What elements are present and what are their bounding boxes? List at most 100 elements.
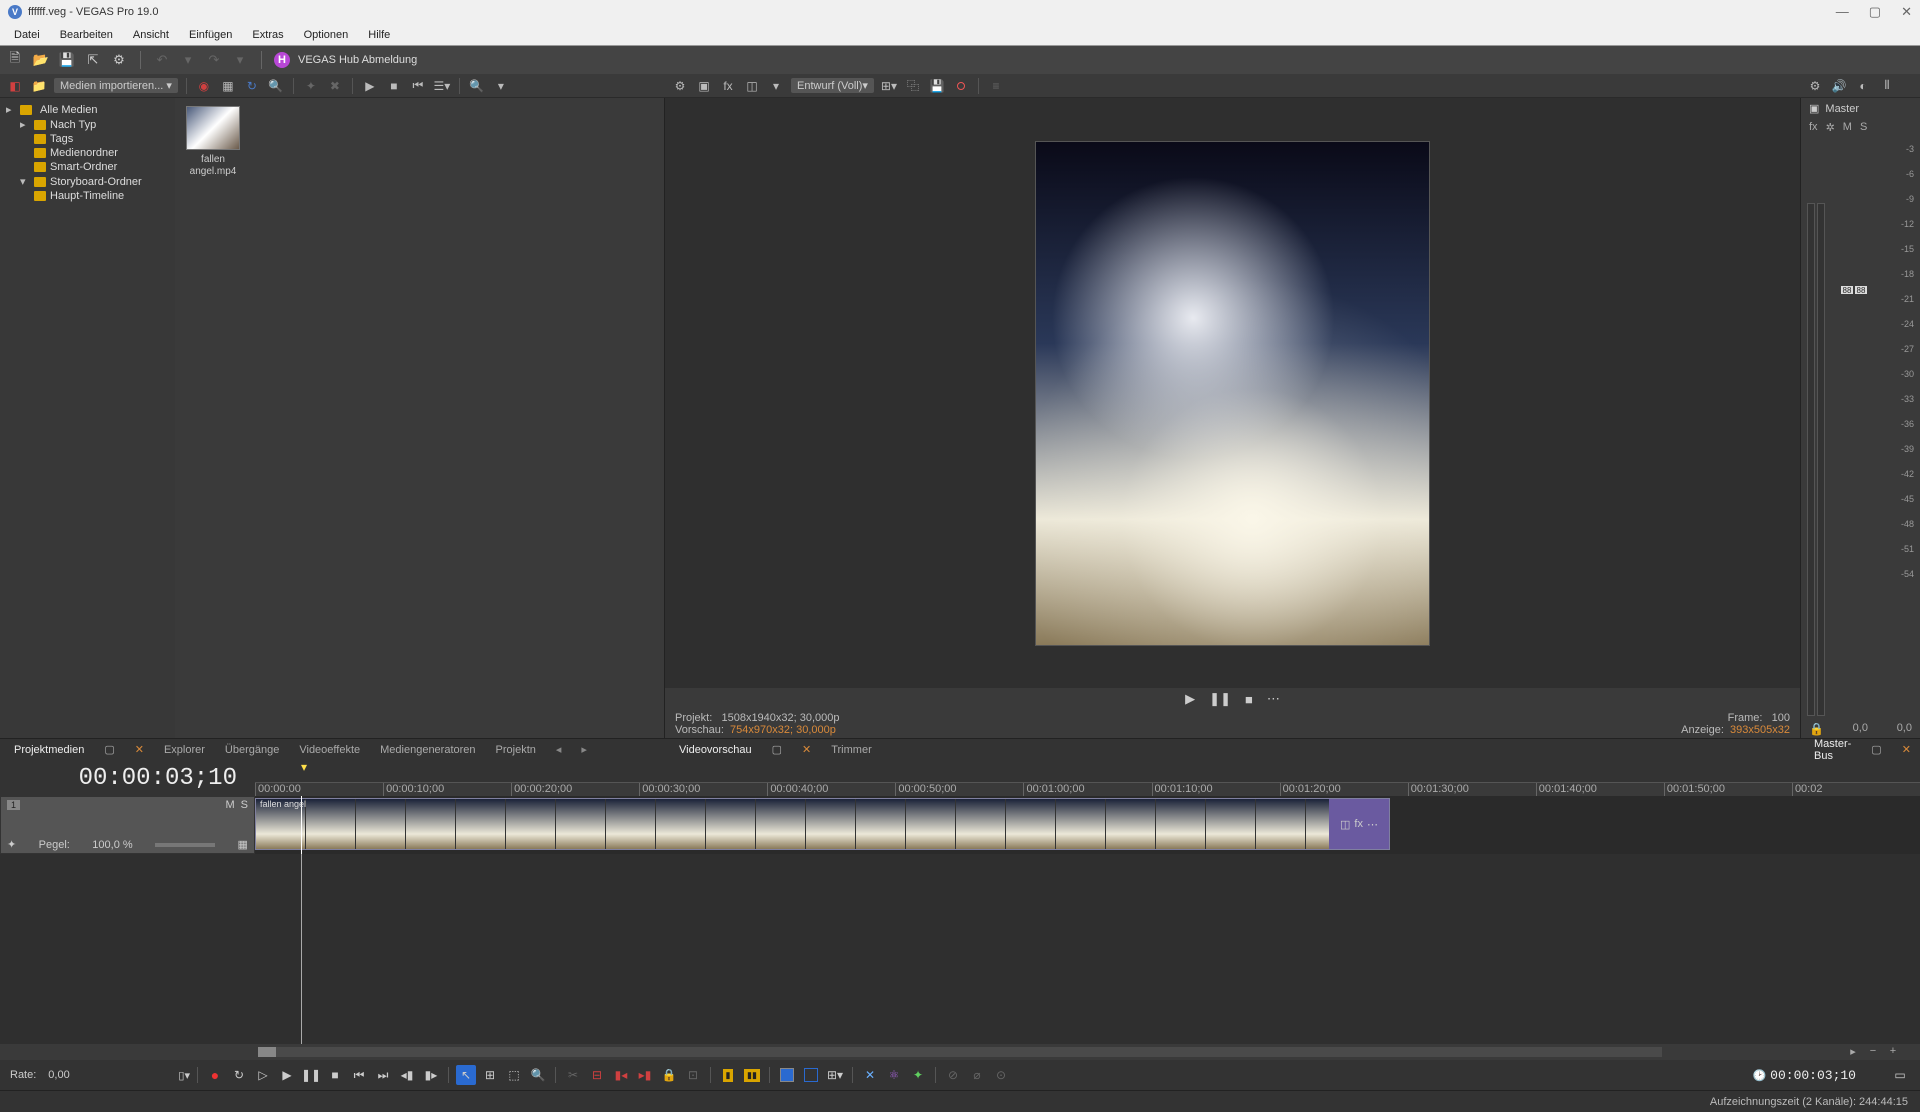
transport-timecode[interactable]: 00:00:03;10 [1770,1068,1856,1083]
search-icon[interactable]: 🔍 [468,77,486,95]
tab-uebergaenge[interactable]: Übergänge [217,742,287,758]
tab-scroll-left-icon[interactable]: ◂ [548,741,570,758]
go-end-button[interactable]: ⏭ [373,1065,393,1085]
selection-tool-button[interactable]: ⬚ [504,1065,524,1085]
tree-haupt-timeline[interactable]: Haupt-Timeline [2,189,173,203]
tab-videoeffekte[interactable]: Videoeffekte [291,742,368,758]
undo-dropdown-icon[interactable]: ▾ [179,51,197,69]
refresh-icon[interactable]: ↻ [243,77,261,95]
playhead-marker-icon[interactable]: ▾ [301,760,307,774]
preview-split-dropdown-icon[interactable]: ▾ [767,77,785,95]
tab-close2-icon[interactable]: ✕ [794,741,819,758]
preview-record-icon[interactable] [952,77,970,95]
menu-optionen[interactable]: Optionen [296,27,357,43]
stop-button[interactable]: ■ [325,1065,345,1085]
trim-start-button[interactable]: ▮◂ [611,1065,631,1085]
preview-overlay-icon[interactable]: ⊞▾ [880,77,898,95]
preview-pause-icon[interactable]: ❚❚ [1209,691,1231,707]
tab-scroll-right-icon[interactable]: ▸ [573,741,595,758]
preview-copy-icon[interactable]: ⿻ [904,77,922,95]
timeline-empty-area[interactable] [0,854,1920,1044]
normal-edit-tool[interactable]: ↖ [456,1065,476,1085]
tree-smart-ordner[interactable]: Smart-Ordner [2,160,173,174]
tree-storyboard-ordner[interactable]: ▾Storyboard-Ordner [2,174,173,189]
open-icon[interactable]: 📂 [32,51,50,69]
mixer-meters-icon[interactable]: ⦀ [1878,77,1896,95]
track-header[interactable]: 1 M S ✦ Pegel: 100,0 % ▦ [0,796,255,854]
search-dropdown-icon[interactable]: ▾ [492,77,510,95]
new-icon[interactable]: 🗎 [6,51,24,69]
preview-list-icon[interactable]: ≡ [987,77,1005,95]
cut-button[interactable]: ✂ [563,1065,583,1085]
track-lane[interactable]: fallen angel ◫ fx ⋯ [255,796,1920,854]
remove-media-icon[interactable]: ✖ [326,77,344,95]
master-mute-button[interactable]: M [1843,121,1852,134]
media-fx-icon[interactable]: ✦ [302,77,320,95]
tab-mediengeneratoren[interactable]: Mediengeneratoren [372,742,483,758]
menu-ansicht[interactable]: Ansicht [125,27,177,43]
preview-play-icon[interactable]: ▶ [1185,691,1195,707]
play-media-icon[interactable]: ▶ [361,77,379,95]
clip-pan-icon[interactable]: ◫ [1340,818,1350,831]
go-start-button[interactable]: ⏮ [349,1065,369,1085]
scroll-right-icon[interactable]: ▸ [1846,1045,1860,1059]
misc-button[interactable]: ⊙ [991,1065,1011,1085]
track-mute-button[interactable]: M [225,799,234,811]
undo-icon[interactable]: ↶ [153,51,171,69]
search-media-icon[interactable]: 🔍 [267,77,285,95]
play-button[interactable]: ▶ [277,1065,297,1085]
ignore-button[interactable]: ⊘ [943,1065,963,1085]
menu-hilfe[interactable]: Hilfe [360,27,398,43]
region-button[interactable]: ▮▮ [742,1065,762,1085]
redo-icon[interactable]: ↷ [205,51,223,69]
toggle-snap-button[interactable]: ⊞ [480,1065,500,1085]
mixer-dim-icon[interactable]: ◐ [1854,77,1872,95]
split-button[interactable]: ⊟ [587,1065,607,1085]
hub-label[interactable]: VEGAS Hub Abmeldung [298,54,417,66]
trim-end-button[interactable]: ▸▮ [635,1065,655,1085]
tab-detach3-icon[interactable]: ▢ [1863,741,1889,758]
import-folder-icon[interactable]: 📁 [30,77,48,95]
track-motion-icon[interactable]: ✦ [7,838,16,851]
close-button[interactable]: ✕ [1901,4,1912,20]
preview-more-icon[interactable]: ⋯ [1267,691,1280,707]
group-button[interactable]: ⊡ [683,1065,703,1085]
mixer-downmix-icon[interactable]: 🔊 [1830,77,1848,95]
menu-bearbeiten[interactable]: Bearbeiten [52,27,121,43]
zoom-in-icon[interactable]: + [1886,1045,1900,1059]
video-preview[interactable] [665,98,1800,688]
pegel-value[interactable]: 100,0 % [92,839,132,851]
tree-root[interactable]: Alle Medien [36,104,101,116]
bypass-button[interactable]: ⌀ [967,1065,987,1085]
tab-trimmer[interactable]: Trimmer [823,742,880,758]
lock-event-button[interactable]: 🔒 [659,1065,679,1085]
redo-dropdown-icon[interactable]: ▾ [231,51,249,69]
menu-datei[interactable]: Datei [6,27,48,43]
stop-media-icon[interactable]: ■ [385,77,403,95]
event-fx-button[interactable]: ⚛ [884,1065,904,1085]
auto-crossfade-button[interactable]: ✕ [860,1065,880,1085]
rate-value[interactable]: 0,00 [48,1069,69,1081]
media-prev-icon[interactable]: ⏮ [409,77,427,95]
snapping-button[interactable] [801,1065,821,1085]
timeline-timecode[interactable]: 00:00:03;10 [0,765,255,792]
capture-icon[interactable]: ◉ [195,77,213,95]
preview-split-icon[interactable]: ◫ [743,77,761,95]
pause-button[interactable]: ❚❚ [301,1065,321,1085]
pegel-slider[interactable] [155,843,215,847]
tab-videovorschau[interactable]: Videovorschau [671,742,760,758]
render-icon[interactable]: ⇱ [84,51,102,69]
hub-badge-icon[interactable]: H [274,52,290,68]
preview-props-icon[interactable]: ⚙ [671,77,689,95]
menu-einfuegen[interactable]: Einfügen [181,27,240,43]
menu-extras[interactable]: Extras [244,27,291,43]
master-automation-icon[interactable]: ✲ [1826,121,1835,134]
tree-nach-typ[interactable]: ▸Nach Typ [2,117,173,132]
autoripple-button[interactable] [777,1065,797,1085]
clip-more-icon[interactable]: ⋯ [1367,818,1378,831]
timeline-scrollbar[interactable] [258,1047,1662,1057]
lock-icon[interactable]: 🔒 [1809,722,1824,736]
master-fx-icon[interactable]: fx [1809,121,1818,134]
tab-projektnotizen[interactable]: Projektn [488,742,544,758]
quantize-button[interactable]: ⊞▾ [825,1065,845,1085]
